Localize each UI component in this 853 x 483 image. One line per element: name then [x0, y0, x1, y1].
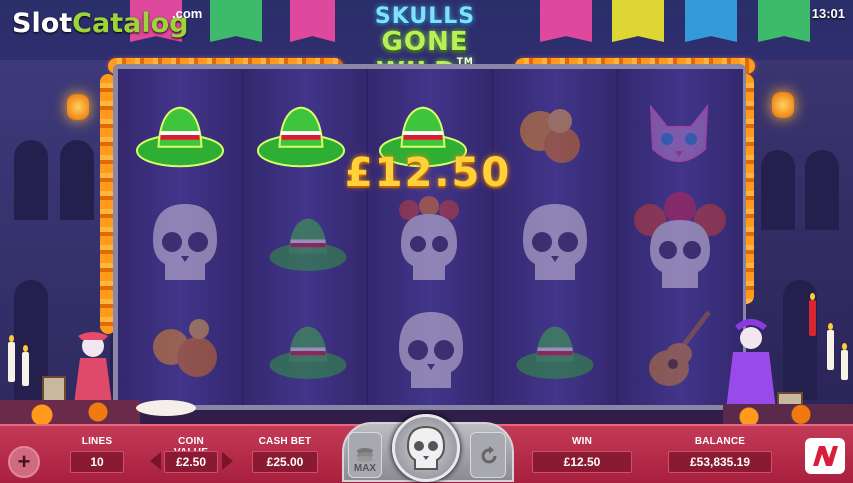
coin-stack-icon: [357, 448, 373, 462]
candle-icon: [22, 345, 29, 386]
papel-picado-flag: [210, 0, 262, 42]
coin-value-decrease-button[interactable]: [150, 452, 161, 470]
spin-button[interactable]: [392, 414, 460, 482]
candle-icon: [8, 335, 15, 382]
sugar-skull-icon: [510, 198, 600, 288]
sombrero-icon: [135, 90, 225, 180]
cash-bet-label: CASH BET: [258, 436, 312, 447]
sugar-skull-icon: [386, 306, 476, 396]
guitar-icon: [634, 304, 724, 394]
skull-spin-icon: [406, 425, 446, 470]
lantern-icon: [772, 92, 794, 118]
lantern-icon: [67, 94, 89, 120]
lines-label: LINES: [81, 436, 113, 447]
candle-icon: [827, 323, 834, 370]
papel-picado-flag: [290, 0, 335, 42]
autoplay-arrow-icon: [481, 446, 497, 464]
max-label: MAX: [353, 463, 377, 474]
win-amount-overlay: £12.50: [344, 150, 512, 196]
brand-name-left: Slot: [12, 8, 73, 39]
papel-picado-flag: [540, 0, 592, 42]
max-bet-button[interactable]: MAX: [348, 432, 382, 478]
win-value: £12.50: [532, 451, 632, 473]
papel-picado-flag: [758, 0, 810, 42]
window-arch: [761, 150, 795, 230]
candle-icon: [809, 293, 816, 336]
catrina-figure-icon: [725, 319, 777, 418]
candle-icon: [841, 343, 848, 380]
balance-value: £53,835.19: [668, 451, 772, 473]
marigold-icon: [140, 306, 230, 396]
papel-picado-flag: [685, 0, 737, 42]
altar-left: [0, 330, 196, 430]
frida-skull-icon: [384, 196, 474, 286]
netent-n-logo-icon[interactable]: [805, 438, 845, 474]
sombrero-icon: [263, 198, 353, 288]
cat-mask-icon: [634, 92, 724, 182]
sombrero-icon: [510, 306, 600, 396]
papel-picado-flag: [612, 0, 664, 42]
cash-bet-value: £25.00: [252, 451, 318, 473]
coin-value: £2.50: [164, 451, 218, 473]
game-title-line1: SKULLS: [374, 4, 476, 29]
sugar-skull-icon: [140, 198, 230, 288]
catrina-skull-icon: [628, 190, 732, 294]
game-scene: SlotCatalog .com SKULLS GONE WILDTM 13:0…: [0, 0, 853, 483]
mariachi-skeleton-icon: [74, 332, 112, 404]
autoplay-button[interactable]: [470, 432, 506, 478]
win-label: WIN: [571, 436, 593, 447]
coin-value-increase-button[interactable]: [222, 452, 233, 470]
plus-icon[interactable]: +: [8, 446, 40, 478]
altar-right: [723, 293, 853, 430]
brand-tld: .com: [172, 6, 203, 21]
lines-value[interactable]: 10: [70, 451, 124, 473]
bread-plate: [136, 400, 196, 416]
clock: 13:01: [811, 6, 845, 21]
balance-label: BALANCE: [694, 436, 746, 447]
plus-glyph: +: [17, 449, 31, 474]
slotcatalog-watermark: SlotCatalog .com: [12, 6, 202, 39]
sombrero-icon: [263, 306, 353, 396]
game-logo: SKULLS GONE WILDTM: [330, 4, 520, 87]
window-arch: [14, 140, 48, 220]
window-arch: [60, 140, 94, 220]
window-arch: [805, 150, 839, 230]
